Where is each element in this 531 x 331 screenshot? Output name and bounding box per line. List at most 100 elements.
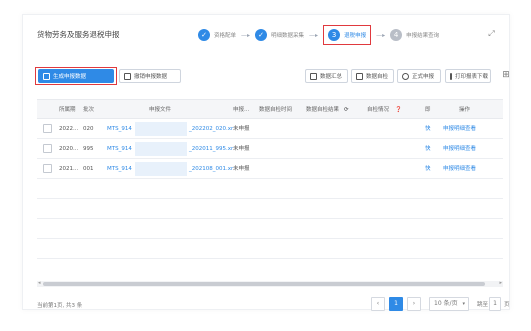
cell-file-prefix[interactable]: MTS_914 <box>107 119 132 139</box>
data-summary-button[interactable]: 数据汇总 <box>305 69 348 83</box>
cell-file-prefix[interactable]: MTS_914 <box>107 159 132 179</box>
table-row[interactable]: 2022... 020 MTS_914 _202202_020.xr 未申报 快… <box>37 119 503 139</box>
upload-icon <box>402 72 409 80</box>
table-row[interactable]: 2020... 995 MTS_914 _202011_995.xr 未申报 快… <box>37 139 503 159</box>
record-count: 当前第1页, 共3 条 <box>37 303 83 309</box>
check-icon: ✓ <box>255 29 268 41</box>
horizontal-scrollbar[interactable]: ◂ ▸ <box>37 280 503 287</box>
help-icon[interactable]: ❓ <box>395 100 402 120</box>
button-label: 数据汇总 <box>320 74 343 80</box>
step-result-query[interactable]: 4 申报结果查询 <box>390 25 439 45</box>
progress-steps: ✓ 资格配单 —▸ ✓ 明细数据采集 —▸ 3 退税申报 —▸ 4 申报结果查询 <box>198 25 439 45</box>
col-self-status[interactable]: 自检情况 <box>367 100 389 120</box>
cell-file-suffix[interactable]: _202108_001.xr <box>189 159 233 179</box>
cell-status: 未申报 <box>233 166 250 172</box>
cell-period: 2021... <box>59 166 79 172</box>
cell-extra[interactable]: 快 <box>425 139 431 159</box>
document-icon <box>43 72 50 80</box>
page-number-current[interactable]: 1 <box>389 297 403 311</box>
cell-period: 2022... <box>59 126 79 132</box>
revoke-icon <box>124 72 131 80</box>
button-label: 数据自检 <box>366 74 389 80</box>
step-qualification[interactable]: ✓ 资格配单 <box>198 25 236 45</box>
goto-page-input[interactable]: 1 <box>489 297 501 311</box>
button-label: 打印报表下载 <box>455 74 489 80</box>
pagination-bar: 当前第1页, 共3 条 ‹ 1 › 10 条/页 ▾ 跳至 1 页 <box>37 296 510 316</box>
table-row[interactable]: 2021... 001 MTS_914 _202108_001.xr 未申报 快… <box>37 159 503 179</box>
col-file[interactable]: 申报文件 <box>149 100 171 120</box>
scroll-left-icon[interactable]: ◂ <box>38 280 41 286</box>
empty-row <box>37 179 503 199</box>
cell-status: 未申报 <box>233 146 250 152</box>
cell-extra[interactable]: 快 <box>425 119 431 139</box>
cell-period: 2020... <box>59 146 79 152</box>
file-check-icon <box>356 72 363 80</box>
toolbar: 生成申报数据 撤销申报数据 数据汇总 数据自检 正式申报 打印报表下载 ⊞ <box>35 67 510 87</box>
page-unit-label: 页 <box>504 302 510 308</box>
page-size-value: 10 条/页 <box>434 300 458 307</box>
table-header: 所属期 批次 申报文件 申报... 数据自检时间 数据自检结果 ⟳ 自检情况 ❓… <box>37 99 503 119</box>
goto-label: 跳至 <box>477 302 489 308</box>
formal-declare-button[interactable]: 正式申报 <box>397 69 441 83</box>
col-ops: 操作 <box>459 107 471 113</box>
empty-row <box>37 219 503 239</box>
fullscreen-icon[interactable]: ⤢ <box>486 28 497 39</box>
step-number: 4 <box>390 29 403 41</box>
redacted-mask <box>135 122 187 136</box>
print-download-button[interactable]: 打印报表下载 <box>445 69 491 83</box>
col-batch[interactable]: 批次 <box>83 100 94 120</box>
empty-row <box>37 199 503 219</box>
cell-status: 未申报 <box>233 126 250 132</box>
scroll-right-icon[interactable]: ▸ <box>499 280 502 286</box>
cell-file-suffix[interactable]: _202011_995.xr <box>189 139 233 159</box>
col-check-time[interactable]: 数据自检时间 <box>259 100 292 120</box>
cell-file-suffix[interactable]: _202202_020.xr <box>189 119 233 139</box>
prev-page-button[interactable]: ‹ <box>371 297 385 311</box>
view-detail-link[interactable]: 申报明细查看 <box>443 139 476 159</box>
column-settings-icon[interactable]: ⊞ <box>501 70 511 80</box>
view-detail-link[interactable]: 申报明细查看 <box>443 119 476 139</box>
step-label: 退税申报 <box>344 33 367 39</box>
button-label: 撤销申报数据 <box>134 74 168 80</box>
redacted-mask <box>135 162 187 176</box>
col-extra[interactable]: 即 <box>425 100 431 120</box>
step-label: 资格配单 <box>214 33 237 39</box>
row-checkbox[interactable] <box>43 124 52 133</box>
step-label: 明细数据采集 <box>271 33 305 39</box>
chevron-down-icon: ▾ <box>462 301 465 307</box>
empty-row <box>37 239 503 259</box>
page-title: 货物劳务及服务退税申报 <box>37 30 120 39</box>
row-checkbox[interactable] <box>43 144 52 153</box>
view-detail-link[interactable]: 申报明细查看 <box>443 159 476 179</box>
generate-data-button[interactable]: 生成申报数据 <box>38 69 114 83</box>
check-icon: ✓ <box>198 29 210 41</box>
card-header: 货物劳务及服务退税申报 ✓ 资格配单 —▸ ✓ 明细数据采集 —▸ 3 退税申报… <box>23 15 509 55</box>
step-number: 3 <box>328 29 341 41</box>
refresh-icon[interactable]: ⟳ <box>344 100 349 120</box>
data-selfcheck-button[interactable]: 数据自检 <box>351 69 394 83</box>
page-size-select[interactable]: 10 条/页 ▾ <box>429 297 469 311</box>
step-refund-declaration[interactable]: 3 退税申报 <box>323 25 372 45</box>
cell-file-prefix[interactable]: MTS_914 <box>107 139 132 159</box>
declaration-card: 货物劳务及服务退税申报 ✓ 资格配单 —▸ ✓ 明细数据采集 —▸ 3 退税申报… <box>22 14 510 311</box>
cell-batch: 020 <box>83 126 94 132</box>
summary-icon <box>310 72 317 80</box>
revoke-data-button[interactable]: 撤销申报数据 <box>119 69 181 83</box>
button-label: 正式申报 <box>412 74 435 80</box>
next-page-button[interactable]: › <box>407 297 421 311</box>
row-checkbox[interactable] <box>43 164 52 173</box>
printer-icon <box>450 72 452 80</box>
arrow-icon: —▸ <box>309 31 319 39</box>
step-detail-collection[interactable]: ✓ 明细数据采集 <box>255 25 304 45</box>
scrollbar-thumb[interactable] <box>43 282 485 286</box>
cell-batch: 995 <box>83 146 94 152</box>
button-label: 生成申报数据 <box>53 74 87 80</box>
step-label: 申报结果查询 <box>406 33 440 39</box>
col-period[interactable]: 所属期 <box>59 100 76 120</box>
cell-extra[interactable]: 快 <box>425 159 431 179</box>
arrow-icon: —▸ <box>241 31 251 39</box>
arrow-icon: —▸ <box>376 31 386 39</box>
col-status[interactable]: 申报... <box>233 100 249 120</box>
cell-batch: 001 <box>83 166 94 172</box>
col-check-result[interactable]: 数据自检结果 <box>306 100 339 120</box>
